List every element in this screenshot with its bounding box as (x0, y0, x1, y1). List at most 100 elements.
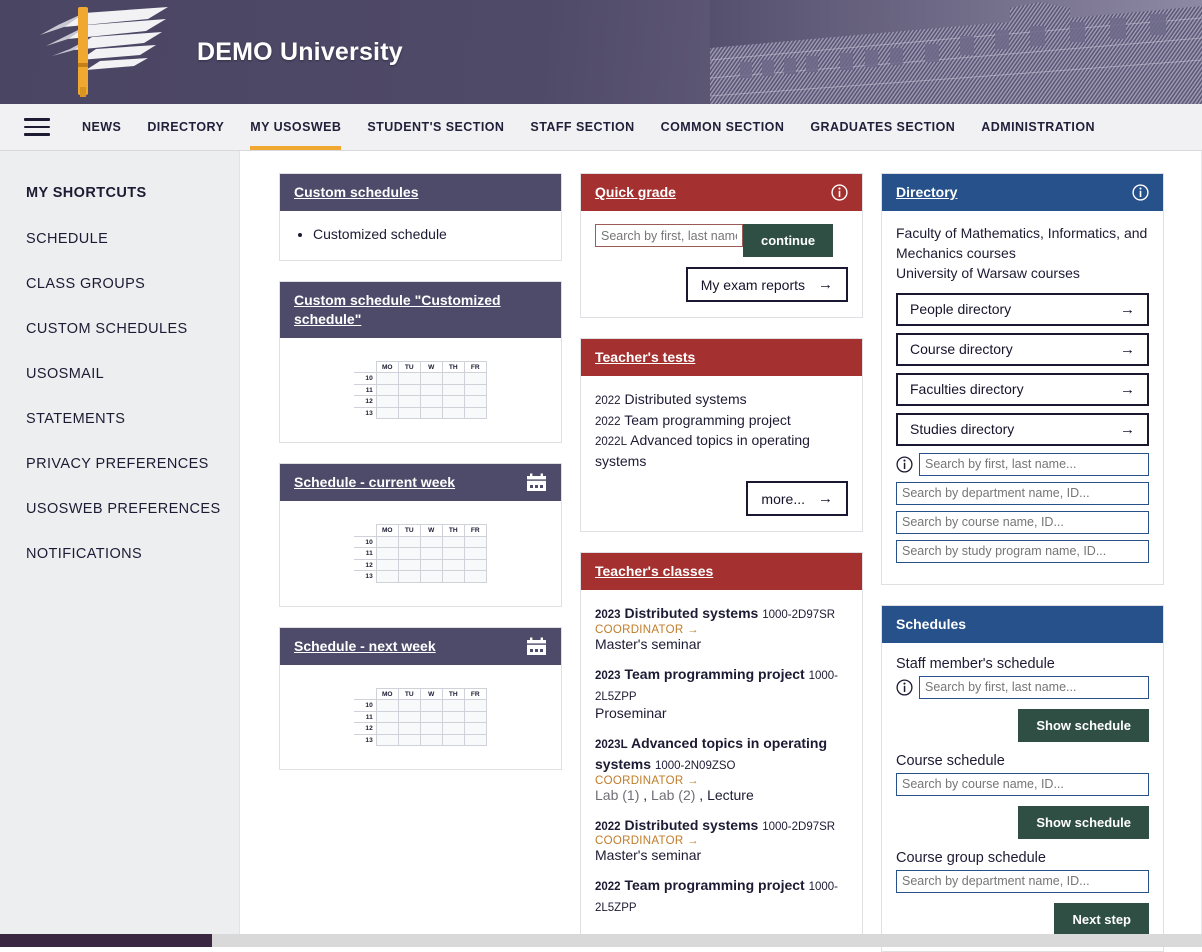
grid-cell[interactable] (463, 535, 487, 549)
mini-schedule-grid[interactable]: MO TU W TH FR 10 11 12 13 (294, 351, 547, 428)
test-item[interactable]: 2022 Team programming project (595, 410, 848, 431)
sidebar-item-custom-schedules[interactable]: CUSTOM SCHEDULES (26, 321, 239, 337)
grid-cell[interactable] (463, 733, 487, 747)
grid-cell[interactable] (441, 383, 465, 397)
scrollbar-thumb[interactable] (0, 934, 212, 947)
grid-cell[interactable] (441, 547, 465, 560)
class-title[interactable]: 2023 Distributed systems 1000-2D97SR (595, 603, 848, 624)
grid-cell[interactable] (419, 722, 443, 735)
sidebar-item-notifications[interactable]: NOTIFICATIONS (26, 546, 239, 562)
schedule-search-input[interactable] (896, 772, 1149, 796)
card-title-teachers-classes[interactable]: Teacher's classes (595, 562, 713, 581)
grid-cell[interactable] (419, 372, 443, 385)
grid-cell[interactable] (463, 558, 487, 572)
my-exam-reports-button[interactable]: My exam reports → (685, 267, 848, 302)
grid-cell[interactable] (419, 733, 443, 747)
class-group[interactable]: Lab (2) (651, 787, 695, 803)
info-icon[interactable] (831, 184, 848, 201)
continue-button[interactable]: continue (743, 224, 834, 257)
test-name[interactable]: Advanced topics in operating systems (595, 432, 810, 469)
grid-cell[interactable] (463, 722, 487, 735)
class-group[interactable]: Proseminar (595, 705, 667, 721)
grid-cell[interactable] (375, 722, 399, 735)
grid-cell[interactable] (419, 395, 443, 408)
nav-item-news[interactable]: NEWS (82, 104, 121, 150)
grid-cell[interactable] (397, 558, 421, 572)
sidebar-item-schedule[interactable]: SCHEDULE (26, 231, 239, 247)
directory-search-input[interactable] (896, 539, 1149, 563)
grid-cell[interactable] (375, 383, 399, 397)
mini-schedule-grid[interactable]: MO TU W TH FR 10 11 12 13 (294, 678, 547, 755)
card-title-custom-schedules[interactable]: Custom schedules (294, 183, 418, 202)
class-group[interactable]: Lecture (707, 787, 754, 803)
directory-search-input[interactable] (919, 452, 1149, 476)
grid-cell[interactable] (419, 699, 443, 712)
nav-item-administration[interactable]: ADMINISTRATION (981, 104, 1095, 150)
schedule-action-button[interactable]: Show schedule (1018, 708, 1149, 742)
grid-cell[interactable] (397, 406, 421, 420)
nav-item-student-s-section[interactable]: STUDENT'S SECTION (367, 104, 504, 150)
nav-item-graduates-section[interactable]: GRADUATES SECTION (810, 104, 955, 150)
class-group[interactable]: Master's seminar (595, 847, 701, 863)
grid-cell[interactable] (463, 372, 487, 385)
class-title[interactable]: 2022 Team programming project 1000-2L5ZP… (595, 875, 848, 916)
class-group[interactable]: Master's seminar (595, 636, 701, 652)
nav-item-directory[interactable]: DIRECTORY (147, 104, 224, 150)
test-name[interactable]: Team programming project (624, 412, 791, 428)
card-title-custom-schedule-detail[interactable]: Custom schedule "Customized schedule" (294, 291, 547, 329)
grid-cell[interactable] (441, 699, 465, 712)
directory-button-people-directory[interactable]: People directory → (896, 292, 1149, 326)
sidebar-item-statements[interactable]: STATEMENTS (26, 411, 239, 427)
grid-cell[interactable] (397, 372, 421, 385)
nav-item-common-section[interactable]: COMMON SECTION (661, 104, 785, 150)
grid-cell[interactable] (441, 733, 465, 747)
grid-cell[interactable] (375, 395, 399, 408)
calendar-icon[interactable] (526, 637, 547, 656)
info-icon[interactable] (1132, 184, 1149, 201)
grid-cell[interactable] (441, 395, 465, 408)
nav-item-my-usosweb[interactable]: MY USOSWEB (250, 104, 342, 150)
grid-cell[interactable] (375, 710, 399, 724)
sidebar-item-usosweb-preferences[interactable]: USOSWEB PREFERENCES (26, 501, 239, 517)
coordinator-link[interactable]: COORDINATOR → (595, 775, 848, 787)
grid-cell[interactable] (463, 395, 487, 408)
grid-cell[interactable] (375, 558, 399, 572)
list-item[interactable]: Customized schedule (313, 224, 547, 245)
grid-cell[interactable] (375, 547, 399, 560)
grid-cell[interactable] (419, 383, 443, 397)
grid-cell[interactable] (463, 383, 487, 397)
grid-cell[interactable] (397, 722, 421, 735)
grid-cell[interactable] (397, 699, 421, 712)
grid-cell[interactable] (397, 733, 421, 747)
class-title[interactable]: 2022 Distributed systems 1000-2D97SR (595, 815, 848, 836)
coordinator-link[interactable]: COORDINATOR → (595, 835, 848, 847)
more-tests-button[interactable]: more... → (746, 481, 848, 517)
grid-cell[interactable] (441, 372, 465, 385)
sidebar-item-privacy-preferences[interactable]: PRIVACY PREFERENCES (26, 456, 239, 472)
sidebar-item-class-groups[interactable]: CLASS GROUPS (26, 276, 239, 292)
grid-cell[interactable] (375, 733, 399, 747)
grid-cell[interactable] (419, 535, 443, 549)
card-title-quick-grade[interactable]: Quick grade (595, 183, 676, 202)
schedule-search-input[interactable] (919, 675, 1149, 699)
sidebar-item-usosmail[interactable]: USOSMAIL (26, 366, 239, 382)
grid-cell[interactable] (397, 535, 421, 549)
schedule-search-input[interactable] (896, 869, 1149, 893)
coordinator-link[interactable]: COORDINATOR → (595, 624, 848, 636)
info-icon[interactable] (896, 679, 913, 696)
grid-cell[interactable] (375, 535, 399, 549)
mini-schedule-grid[interactable]: MO TU W TH FR 10 11 12 13 (294, 514, 547, 591)
directory-button-course-directory[interactable]: Course directory → (896, 332, 1149, 366)
grid-cell[interactable] (419, 558, 443, 572)
card-title-schedule-current-week[interactable]: Schedule - current week (294, 473, 455, 492)
info-icon[interactable] (896, 456, 913, 473)
directory-button-faculties-directory[interactable]: Faculties directory → (896, 372, 1149, 406)
grid-cell[interactable] (397, 547, 421, 560)
grid-cell[interactable] (397, 383, 421, 397)
hamburger-menu-icon[interactable] (24, 118, 50, 136)
class-title[interactable]: 2023L Advanced topics in operating syste… (595, 733, 848, 774)
card-title-schedule-next-week[interactable]: Schedule - next week (294, 637, 436, 656)
directory-search-input[interactable] (896, 481, 1149, 505)
grid-cell[interactable] (375, 372, 399, 385)
grid-cell[interactable] (463, 710, 487, 724)
